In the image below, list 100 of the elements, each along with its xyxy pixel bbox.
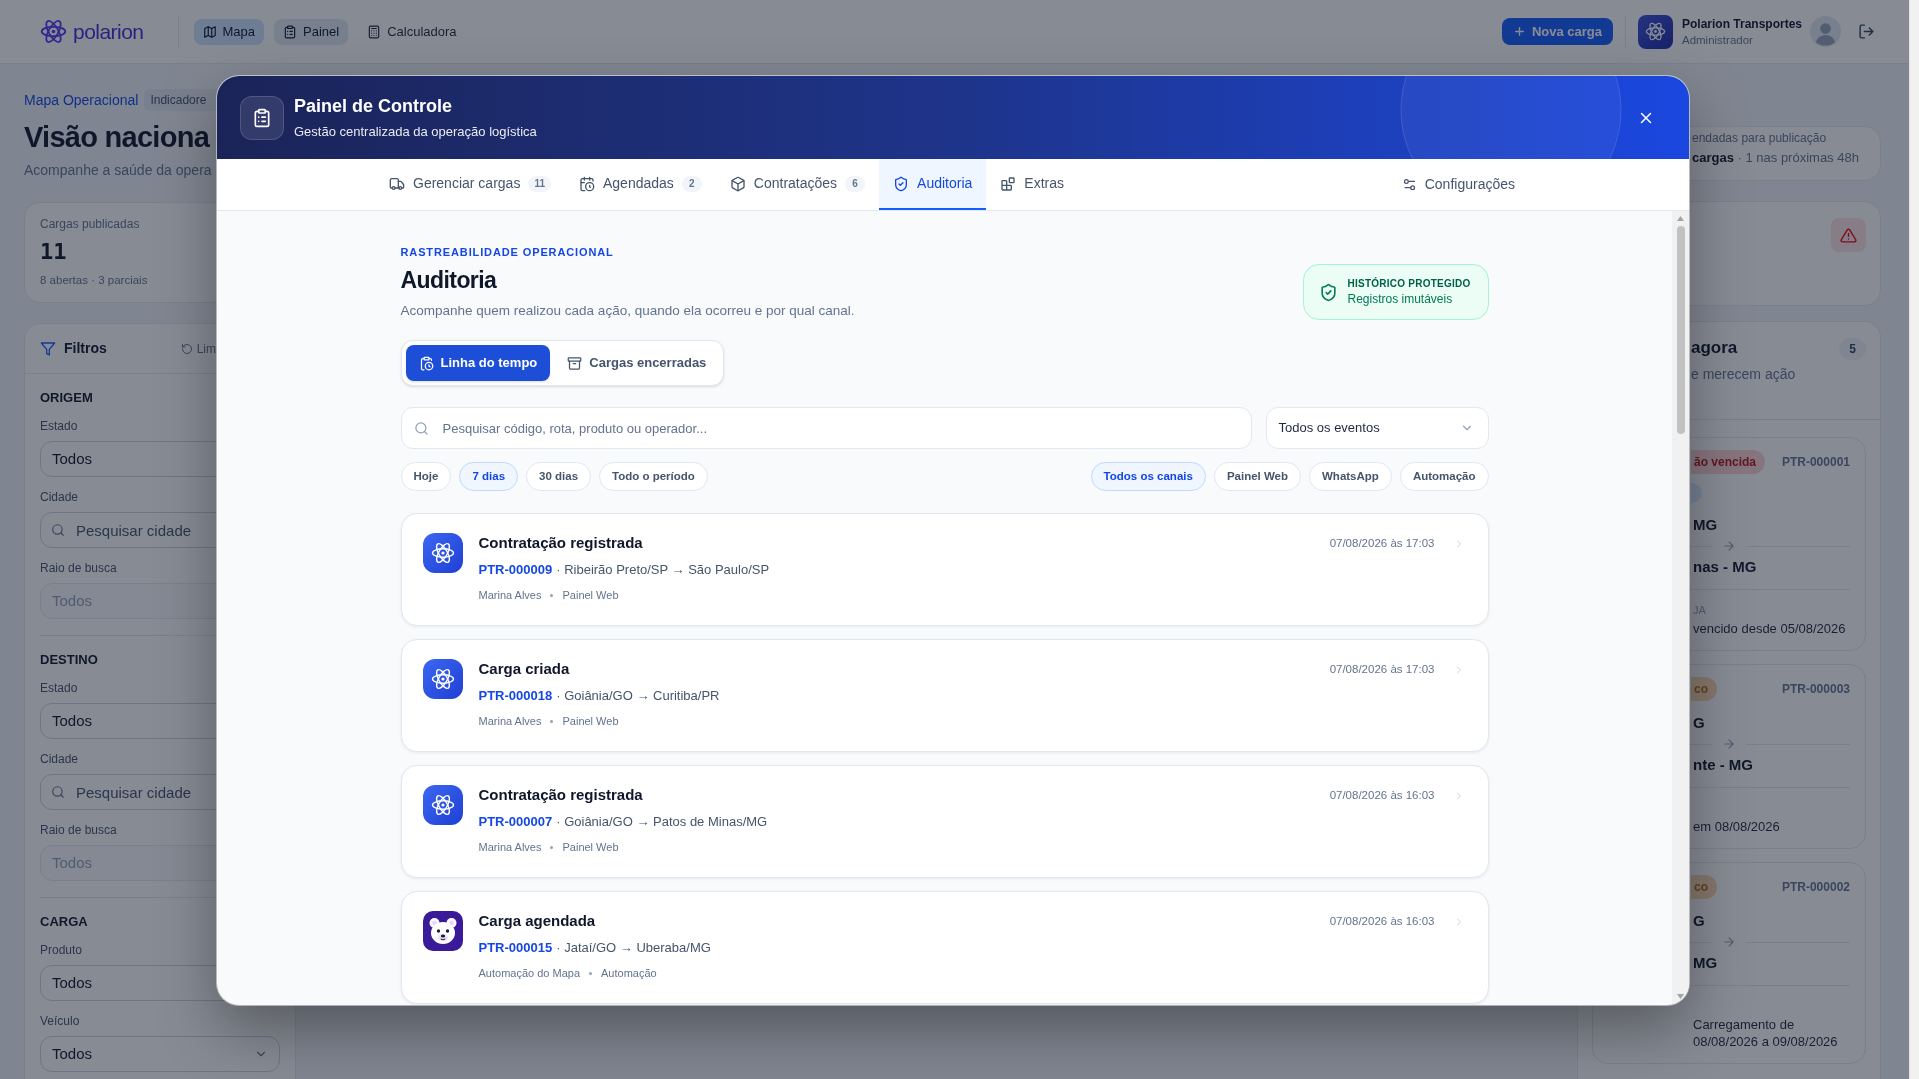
event-title: Carga criada (478, 659, 570, 679)
event-actor: Marina Alves (478, 588, 542, 603)
load-code-link[interactable]: PTR-000015 (478, 938, 553, 958)
field-label: Estado (40, 418, 78, 434)
event-card[interactable]: Contratação registrada 07/08/2026 às 17:03 PTR-000009 · Ribeirão Preto/SP → São Paulo/SP Marina Alves Painel Web (400, 513, 1489, 626)
filter-chip[interactable]: Painel Web (1213, 462, 1301, 491)
field-label: Raio de busca (40, 560, 117, 576)
filter-chip[interactable]: Todos os canais (1090, 462, 1206, 491)
clipboard-clock-icon (418, 355, 434, 371)
count-badge: 5 (1839, 338, 1866, 360)
count-badge: 6 (845, 175, 866, 192)
tab[interactable]: Contratações 6 (715, 159, 880, 210)
filter-chip[interactable]: WhatsApp (1309, 462, 1392, 491)
page-title: Visão naciona (24, 120, 210, 155)
status-badge: ão vencida (1691, 450, 1766, 474)
page-scrollbar-track[interactable] (1909, 0, 1919, 1079)
breadcrumb-tag: Indicadore (144, 89, 217, 111)
event-channel: Painel Web (562, 588, 619, 603)
atom-icon (422, 533, 463, 573)
arrow-right-icon (1722, 737, 1736, 751)
nav-tab[interactable]: Mapa (193, 18, 265, 45)
scrollbar-track[interactable] (1672, 211, 1689, 1005)
load-code-link[interactable]: PTR-000009 (478, 560, 553, 580)
scrollbar-thumb[interactable] (1676, 226, 1685, 434)
archive-icon (567, 355, 583, 371)
scroll-down-icon[interactable] (1677, 994, 1684, 999)
badge-title: HISTÓRICO PROTEGIDO (1347, 277, 1471, 291)
event-card[interactable]: Carga criada 07/08/2026 às 17:03 PTR-000018 · Goiânia/GO → Curitiba/PR Marina Alves Painel Web (400, 639, 1489, 752)
event-route: · Goiânia/GO → Curitiba/PR (556, 687, 720, 705)
event-title: Carga agendada (478, 911, 596, 931)
tab[interactable]: Gerenciar cargas 11 (375, 159, 565, 210)
user-role: Administrador (1681, 32, 1753, 48)
bear-icon (422, 911, 463, 951)
count-badge: 2 (681, 175, 702, 192)
filter-chip[interactable]: 30 dias (526, 462, 592, 491)
select-field[interactable]: Todos (40, 1036, 280, 1072)
load-code-link[interactable]: PTR-000018 (478, 686, 553, 706)
section-heading: DESTINO (40, 652, 98, 668)
destination-city: MG (1693, 953, 1718, 973)
filter-chip[interactable]: 7 dias (459, 462, 519, 491)
load-code-link[interactable]: PTR-000007 (478, 812, 553, 832)
settings-tab[interactable]: Configurações (1387, 159, 1529, 210)
tab[interactable]: Auditoria (879, 159, 987, 210)
search-icon (413, 420, 429, 436)
section-title: Auditoria (400, 266, 497, 294)
filter-chip[interactable]: Todo o período (599, 462, 708, 491)
event-title: Contratação registrada (478, 785, 643, 805)
field-label: Estado (40, 680, 78, 696)
section-description: Acompanhe quem realizou cada ação, quando ela ocorreu e por qual canal. (400, 302, 855, 320)
event-route: · Goiânia/GO → Patos de Minas/MG (556, 813, 768, 831)
origin-city: G (1693, 713, 1705, 733)
section-heading: ORIGEM (40, 390, 93, 406)
nav-tab[interactable]: Calculadora (358, 18, 466, 45)
load-code: PTR-000003 (1781, 681, 1850, 698)
card-summary: cargas · 1 nas próximas 48h (1692, 149, 1859, 167)
card-caption: endadas para publicação (1692, 130, 1827, 146)
view-toggle[interactable]: Cargas encerradas (554, 345, 720, 381)
tab[interactable]: Extras (986, 159, 1079, 210)
event-type-select[interactable]: Todos os eventos (1265, 407, 1489, 449)
shield-check-icon (893, 175, 910, 192)
card-subtitle: e merecem ação (1691, 365, 1796, 384)
search-field[interactable]: Pesquisar código, rota, produto ou operador... (400, 407, 1252, 449)
nav-tab[interactable]: Painel (274, 18, 349, 45)
field-label: Cidade (40, 751, 79, 767)
tab[interactable]: Agendadas 2 (564, 159, 716, 210)
load-code: PTR-000002 (1781, 879, 1850, 896)
status-badge: co (1691, 875, 1717, 899)
event-actor: Automação do Mapa (478, 966, 580, 981)
event-card[interactable]: Carga agendada 07/08/2026 às 16:03 PTR-000015 · Jataí/GO → Uberaba/MG Automação do Mapa Automação (400, 891, 1489, 1004)
stat-value: 11 (40, 238, 67, 266)
plus-icon (1512, 25, 1526, 38)
logout-icon[interactable] (1858, 23, 1875, 40)
field-label: Produto (40, 942, 83, 958)
user-avatar-icon[interactable] (1810, 16, 1841, 47)
destination-city: nte - MG (1693, 755, 1753, 775)
event-time: 07/08/2026 às 17:03 (1329, 662, 1435, 677)
load-note: Carregamento de 08/08/2026 a 09/08/2026 (1693, 1016, 1839, 1050)
filter-chip[interactable]: Hoje (400, 462, 452, 491)
atom-icon (422, 785, 463, 825)
search-icon (51, 785, 65, 799)
shield-check-icon (1318, 282, 1338, 302)
section-kicker: RASTREABILIDADE OPERACIONAL (400, 245, 614, 260)
filter-chip[interactable]: Automação (1399, 462, 1489, 491)
map-icon (202, 24, 217, 39)
view-toggle[interactable]: Linha do tempo (405, 345, 551, 381)
warning-icon (1831, 218, 1866, 252)
event-time: 07/08/2026 às 16:03 (1329, 914, 1435, 929)
reset-icon (180, 342, 193, 355)
blocks-icon (1000, 175, 1017, 192)
scroll-up-icon[interactable] (1677, 216, 1684, 221)
arrow-right-icon (1722, 935, 1736, 949)
stat-label: Cargas publicadas (40, 216, 140, 232)
event-card[interactable]: Contratação registrada 07/08/2026 às 16:03 PTR-000007 · Goiânia/GO → Patos de Minas/MG Marina Alves Painel Web (400, 765, 1489, 878)
field-label: Raio de busca (40, 822, 117, 838)
event-channel: Painel Web (562, 714, 619, 729)
event-title: Contratação registrada (478, 533, 643, 553)
logo-text: polarion (73, 18, 144, 45)
panel-title: Filtros (64, 339, 107, 358)
event-channel: Automação (601, 966, 657, 981)
dialog-title: Painel de Controle (294, 95, 453, 118)
